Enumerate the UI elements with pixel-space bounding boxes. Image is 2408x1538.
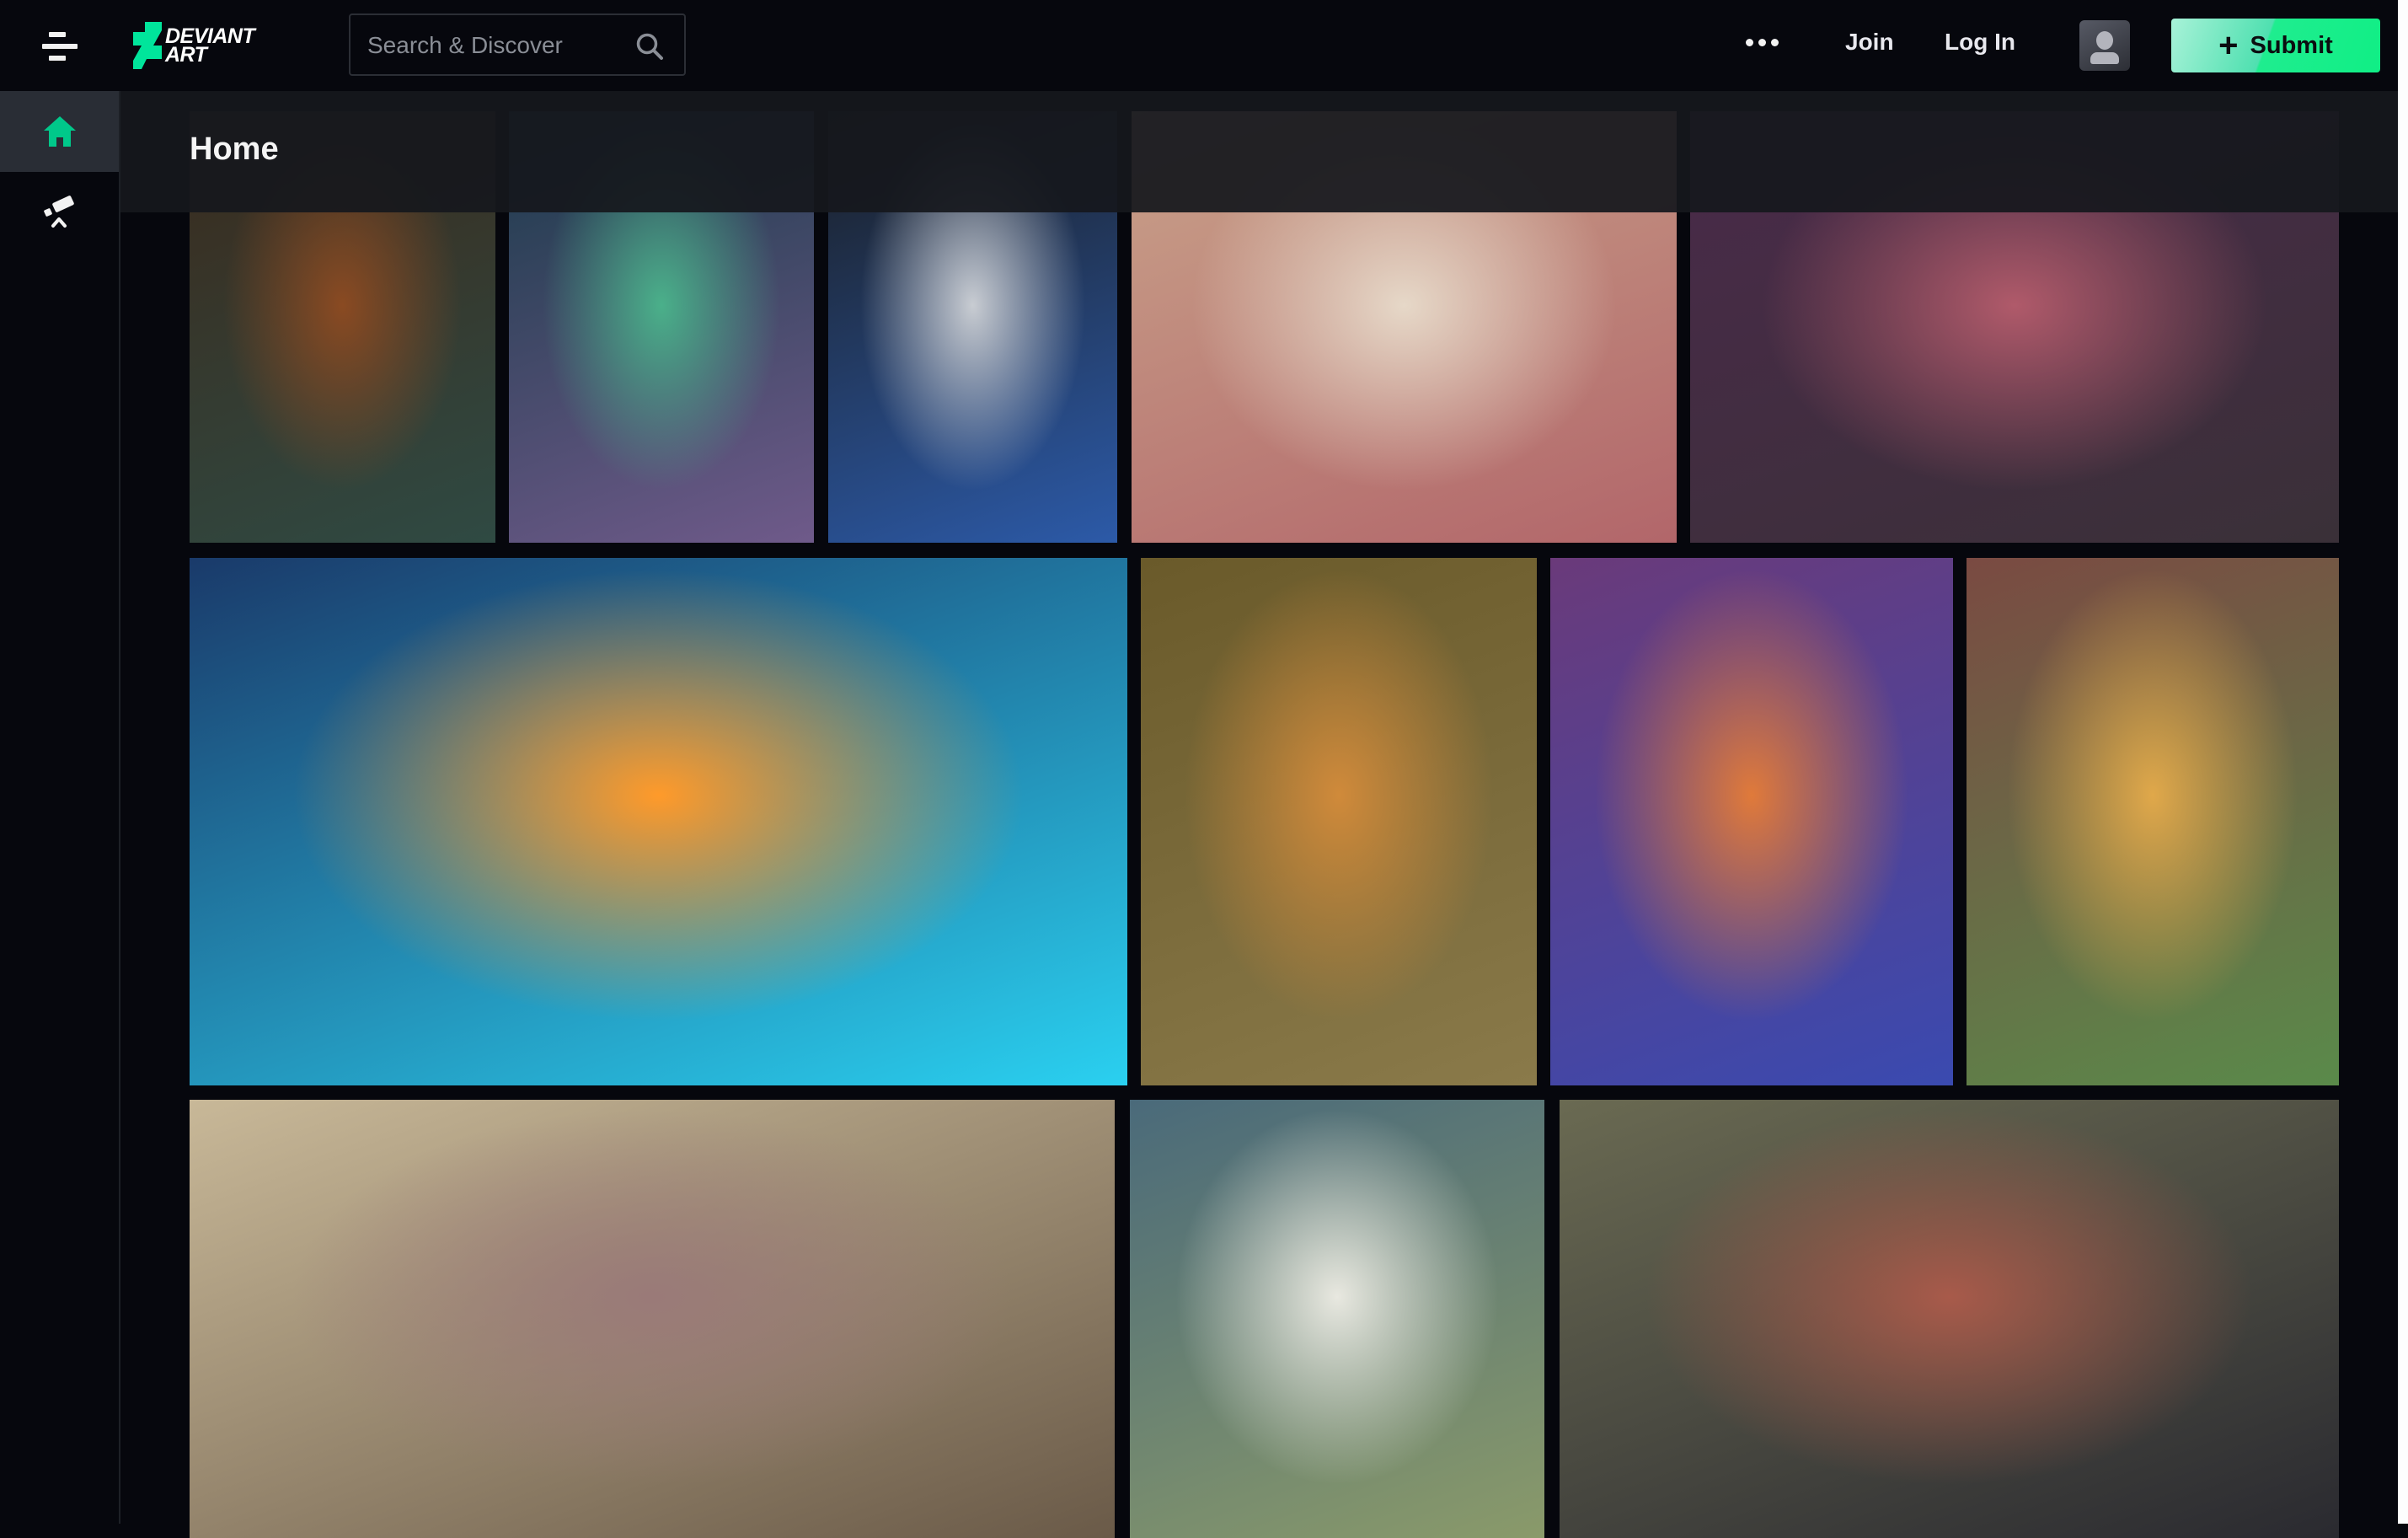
join-link[interactable]: Join bbox=[1845, 29, 1894, 56]
dot-icon bbox=[1771, 39, 1779, 46]
logo-line-2: ART bbox=[165, 43, 207, 67]
user-icon-body bbox=[2090, 52, 2119, 64]
left-sidebar bbox=[0, 91, 120, 1524]
deviation-thumbnail[interactable] bbox=[1560, 1100, 2339, 1538]
search-icon[interactable] bbox=[635, 32, 664, 61]
telescope-icon bbox=[43, 196, 74, 228]
deviation-thumbnail[interactable] bbox=[1550, 558, 1953, 1085]
top-navigation-bar: DEVIANT ART Join Log In + Submit bbox=[0, 0, 2398, 91]
search-input[interactable] bbox=[366, 15, 639, 76]
sidebar-item-discover[interactable] bbox=[0, 172, 119, 253]
deviation-thumbnail[interactable] bbox=[190, 558, 1127, 1085]
hamburger-line bbox=[42, 44, 78, 49]
deviation-thumbnail[interactable] bbox=[1130, 1100, 1544, 1538]
deviantart-logo[interactable]: DEVIANT ART bbox=[133, 22, 255, 69]
deviation-thumbnail[interactable] bbox=[1141, 558, 1537, 1085]
sidebar-item-home[interactable] bbox=[0, 91, 119, 172]
hamburger-line bbox=[49, 32, 66, 37]
submit-button[interactable]: + Submit bbox=[2171, 19, 2380, 72]
home-icon bbox=[43, 116, 76, 147]
user-icon-head bbox=[2096, 31, 2113, 50]
deviantart-logo-icon bbox=[133, 22, 162, 69]
more-options-button[interactable] bbox=[1746, 39, 1779, 46]
avatar-button[interactable] bbox=[2079, 20, 2130, 71]
submit-label: Submit bbox=[2250, 31, 2333, 59]
deviation-thumbnail[interactable] bbox=[190, 1100, 1115, 1538]
hamburger-line bbox=[49, 56, 66, 61]
page-title: Home bbox=[190, 131, 279, 167]
login-link[interactable]: Log In bbox=[1945, 29, 2015, 56]
page-header: Home bbox=[120, 91, 2398, 212]
logo-wordmark: DEVIANT ART bbox=[165, 26, 255, 67]
scrollbar-track[interactable] bbox=[2398, 0, 2408, 1524]
deviation-thumbnail[interactable] bbox=[1967, 558, 2339, 1085]
dot-icon bbox=[1758, 39, 1766, 46]
dot-icon bbox=[1746, 39, 1753, 46]
search-box bbox=[349, 13, 686, 76]
menu-button[interactable] bbox=[42, 32, 78, 61]
plus-icon: + bbox=[2218, 27, 2239, 64]
